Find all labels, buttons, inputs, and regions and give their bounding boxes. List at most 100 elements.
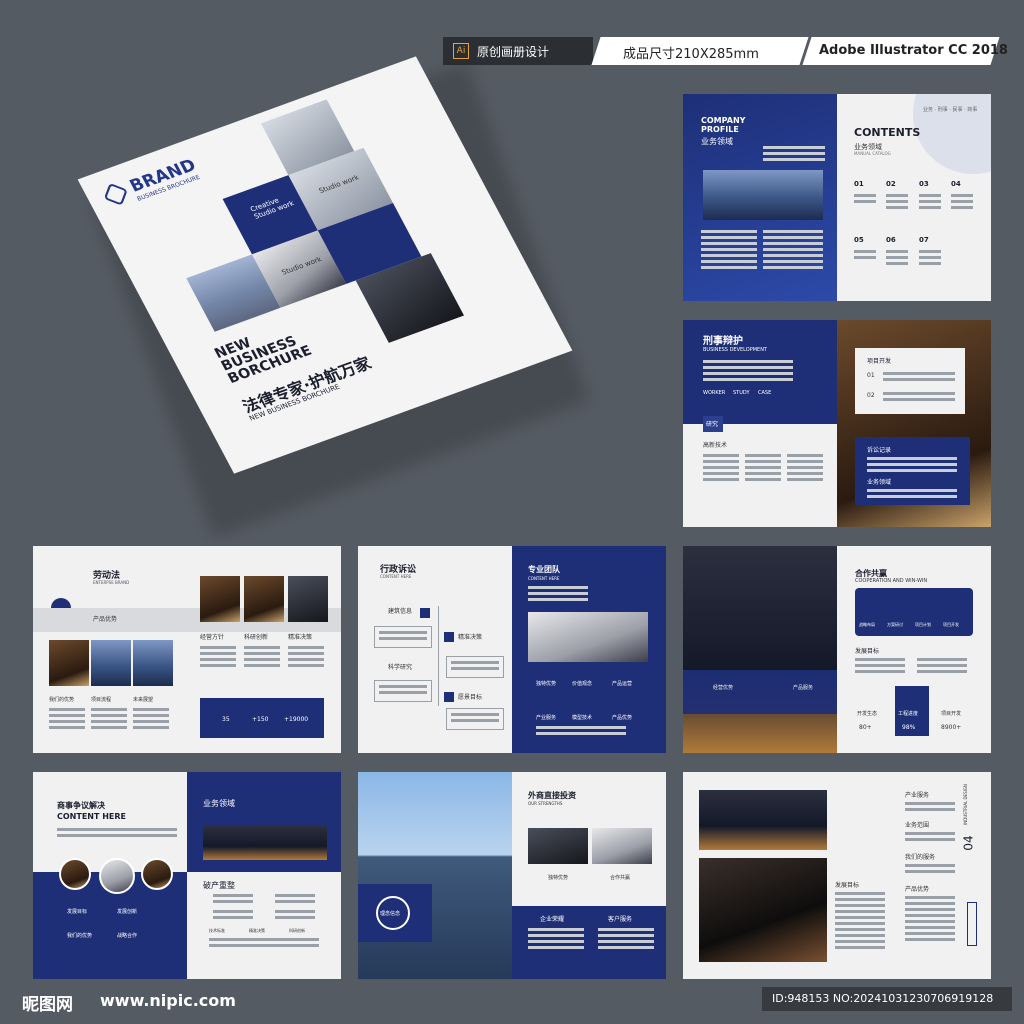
criminal-subtitle: BUSINESS DEVELOPMENT	[703, 347, 767, 353]
contents-num: 01	[854, 180, 864, 188]
contents-title: CONTENTS	[854, 126, 921, 139]
last-goal: 发展目标	[835, 882, 860, 889]
brand-hexagon-icon	[103, 182, 128, 206]
labor-col3: 精准决策	[288, 634, 313, 641]
circle-photo-3	[141, 858, 173, 890]
coop-h1: 战略布局	[859, 622, 875, 627]
coop-n2: 产品服务	[793, 685, 814, 691]
admin-t2: 科学研究	[388, 664, 413, 671]
id-text: ID:948153 NO:20241031230706919128	[772, 992, 994, 1005]
comm-g2: 发展创新	[117, 909, 138, 915]
stat-card-3: 项目开发 8900+	[939, 686, 973, 736]
text-lines	[536, 726, 626, 738]
text-lines	[905, 832, 955, 844]
text-lines	[905, 896, 955, 944]
admin-box-4	[446, 708, 504, 730]
manual-catalog: MANUAL CATALOG	[854, 151, 891, 156]
coop-s3: 项目开发	[941, 711, 962, 717]
labor-photo-6	[288, 576, 328, 622]
nipic-url: www.nipic.com	[100, 991, 236, 1010]
node-icon	[420, 608, 430, 618]
coop-hex-row: 战略布局 方案研讨 项目计划 项目开发	[855, 588, 973, 636]
coop-h3: 项目计划	[915, 622, 931, 627]
admin-i1: 独特优势	[536, 681, 557, 687]
handshake-photo	[528, 612, 648, 662]
text-lines	[209, 938, 319, 950]
labor-col1: 经营方针	[200, 634, 225, 641]
labor-stats-bar: 35 +150 +19000	[200, 698, 324, 738]
team-title: 专业团队	[528, 565, 560, 574]
text-lines	[763, 230, 823, 272]
meeting-photo	[528, 828, 588, 864]
contents-num: 05	[854, 236, 864, 244]
comm-q1: 技术标准	[209, 928, 225, 933]
spread-commercial: 商事争议解决 CONTENT HERE 发展目标 发展创新 我们的优势 战略合作…	[33, 772, 341, 979]
research-badge: 研究	[703, 416, 723, 432]
admin-t3: 精准决策	[458, 634, 483, 641]
city-lights-photo	[699, 790, 827, 850]
text-lines	[701, 230, 757, 272]
skyline-photo	[683, 546, 837, 753]
labor-photo-4	[200, 576, 240, 622]
spread-administrative: 行政诉讼 CONTENT HERE 建筑信息 精准决策 科学研究 愿景目标 专业…	[358, 546, 666, 753]
comm-q2: 精准决策	[249, 928, 265, 933]
admin-i2: 价值观念	[572, 681, 593, 687]
text-lines	[703, 454, 739, 484]
coop-subtitle: COOPERATION AND WIN-WIN	[855, 578, 928, 584]
contents-num: 04	[951, 180, 961, 188]
coop-s1: 开发生态	[857, 711, 878, 717]
company-profile-title: COMPANY PROFILE	[701, 116, 746, 134]
criminal-title: 刑事辩护	[703, 336, 743, 347]
admin-box-3	[374, 680, 432, 702]
text-lines	[703, 360, 793, 384]
text-lines	[919, 250, 941, 268]
city-photo	[703, 170, 823, 220]
coop-s2: 工程进度	[898, 711, 919, 717]
spread-labor-law: 劳动法 ENTERPSE BRAND 产品优势 经营方针 科研创新 精准决策 我…	[33, 546, 341, 753]
design-label: 原创画册设计	[477, 45, 550, 59]
spread-contents: COMPANY PROFILE 业务领域 业务 · 刑事 · 民事 · 商事 C…	[683, 94, 991, 301]
node-icon	[444, 632, 454, 642]
node-icon	[444, 692, 454, 702]
admin-i6: 产品优势	[612, 715, 633, 721]
text-lines	[49, 708, 85, 732]
coop-h2: 方案研讨	[887, 622, 903, 627]
text-lines	[886, 250, 908, 268]
circle-label: 理念信念	[380, 911, 401, 917]
text-lines	[919, 194, 941, 212]
text-lines	[91, 708, 127, 732]
text-lines	[275, 910, 315, 922]
research-label: 研究	[706, 421, 719, 428]
text-lines	[883, 372, 955, 384]
last-l2: 业务范围	[905, 822, 930, 829]
stat-2: +150	[252, 716, 269, 723]
deco-pattern	[967, 902, 977, 946]
text-lines	[854, 194, 876, 206]
admin-t1: 建筑信息	[388, 608, 413, 615]
admin-box-1	[374, 626, 432, 648]
spread-foreign-investment: 理念信念 外商直接投资 OUR STRENGTHS 独特优势 合作共赢 企业荣耀…	[358, 772, 666, 979]
size-label: 成品尺寸210X285mm	[623, 47, 759, 62]
product-label: 产品优势	[93, 616, 118, 623]
field-label: 业务领域	[867, 479, 892, 486]
text-lines	[213, 910, 253, 922]
software-label: Adobe Illustrator CC 2018	[819, 43, 1008, 58]
labor-photo-5	[244, 576, 284, 622]
last-l4: 产品优势	[905, 886, 930, 893]
comm-g3: 我们的优势	[67, 933, 93, 939]
contents-num: 03	[919, 180, 929, 188]
stat-card-2: 工程进度 98%	[895, 686, 929, 736]
labor-b3: 未来展望	[133, 697, 154, 703]
labor-photo-2	[91, 640, 131, 686]
text-lines	[57, 828, 177, 840]
last-l3: 我们的服务	[905, 854, 936, 861]
nipic-logo: 昵图网	[22, 995, 73, 1015]
admin-i4: 产业服务	[536, 715, 557, 721]
text-lines	[867, 489, 957, 501]
footer-bar: 昵图网 www.nipic.com ID:948153 NO:202410312…	[0, 984, 1024, 1024]
spread-industrial: 发展目标 产业服务 业务范围 我们的服务 产品优势 04 INDUSTRIAL …	[683, 772, 991, 979]
spread-cooperation: 经营优势 产品服务 合作共赢 COOPERATION AND WIN-WIN 战…	[683, 546, 991, 753]
text-lines	[528, 586, 588, 604]
text-lines	[883, 392, 955, 404]
commercial-subtitle: CONTENT HERE	[57, 812, 127, 821]
